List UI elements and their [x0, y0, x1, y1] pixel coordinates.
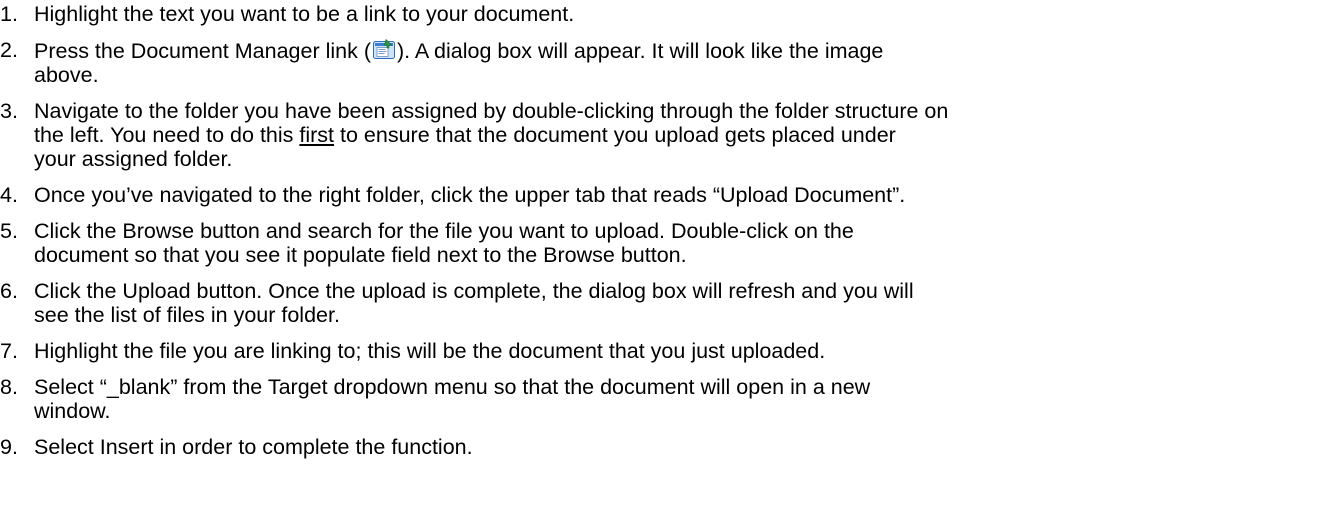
step-number: 9. [0, 435, 18, 459]
step-text-line: Navigate to the folder you have been ass… [34, 99, 949, 123]
step-number: 6. [0, 279, 18, 303]
step-number: 5. [0, 219, 18, 243]
step-number: 8. [0, 375, 18, 399]
step-number: 3. [0, 99, 18, 123]
step-text-line: Highlight the file you are linking to; t… [34, 339, 826, 363]
list-item: 7. Highlight the file you are linking to… [0, 339, 1321, 363]
step-text-line: Select “_blank” from the Target dropdown… [34, 375, 871, 399]
list-item: 3. Navigate to the folder you have been … [0, 99, 1321, 171]
list-item: 9. Select Insert in order to complete th… [0, 435, 1321, 459]
step-text-line: above. [34, 63, 99, 87]
step-text-line: Press the Document Manager link ( ). A d… [34, 38, 1321, 63]
step-text-line: Once you’ve navigated to the right folde… [34, 183, 906, 207]
step-text-line: Select Insert in order to complete the f… [34, 435, 473, 459]
list-item: 5. Click the Browse button and search fo… [0, 219, 1321, 267]
list-item: 2. Press the Document Manager link ( ). … [0, 38, 1321, 87]
step-text-line: Click the Browse button and search for t… [34, 219, 854, 243]
list-item: 8. Select “_blank” from the Target dropd… [0, 375, 1321, 423]
step-text-line: document so that you see it populate fie… [34, 243, 687, 267]
list-item: 1. Highlight the text you want to be a l… [0, 2, 1321, 26]
step-text-segment: ). A dialog box will appear. It will loo… [396, 39, 884, 63]
step-text-segment: to ensure that the document you upload g… [334, 123, 896, 147]
step-number: 7. [0, 339, 18, 363]
document-manager-icon [372, 38, 396, 62]
step-text-segment: Press the Document Manager link ( [34, 39, 371, 63]
step-text-line: your assigned folder. [34, 147, 233, 171]
underlined-emphasis: first [299, 123, 335, 147]
step-text-line: Click the Upload button. Once the upload… [34, 279, 914, 303]
instruction-list: 1. Highlight the text you want to be a l… [0, 2, 1321, 471]
step-number: 1. [0, 2, 18, 26]
step-number: 2. [0, 38, 18, 62]
step-text-line: see the list of files in your folder. [34, 303, 340, 327]
list-item: 6. Click the Upload button. Once the upl… [0, 279, 1321, 327]
step-text-line: window. [34, 399, 111, 423]
step-number: 4. [0, 183, 18, 207]
list-item: 4. Once you’ve navigated to the right fo… [0, 183, 1321, 207]
step-text-line: the left. You need to do this first to e… [34, 123, 1321, 147]
document-page: 1. Highlight the text you want to be a l… [0, 0, 1321, 522]
step-text-segment: the left. You need to do this [34, 123, 300, 147]
step-text-line: Highlight the text you want to be a link… [34, 2, 575, 26]
